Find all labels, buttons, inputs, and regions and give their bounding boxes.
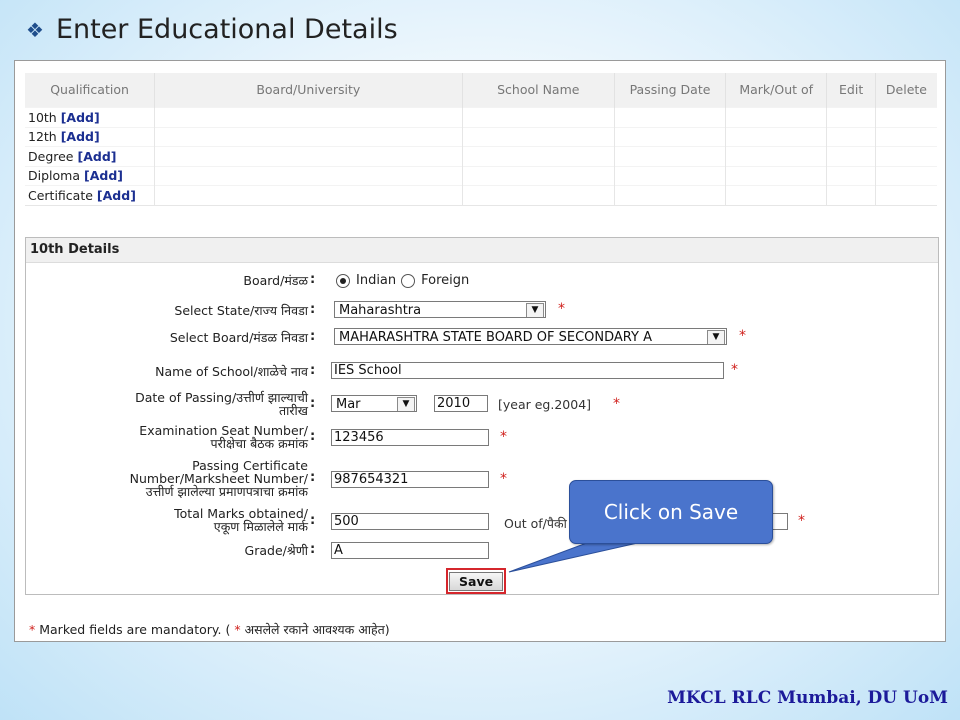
callout-bubble: Click on Save — [569, 480, 773, 544]
callout-text: Click on Save — [603, 500, 739, 524]
footer-credit: MKCL RLC Mumbai, DU UoM — [667, 688, 948, 708]
callout-pointer — [508, 537, 661, 573]
